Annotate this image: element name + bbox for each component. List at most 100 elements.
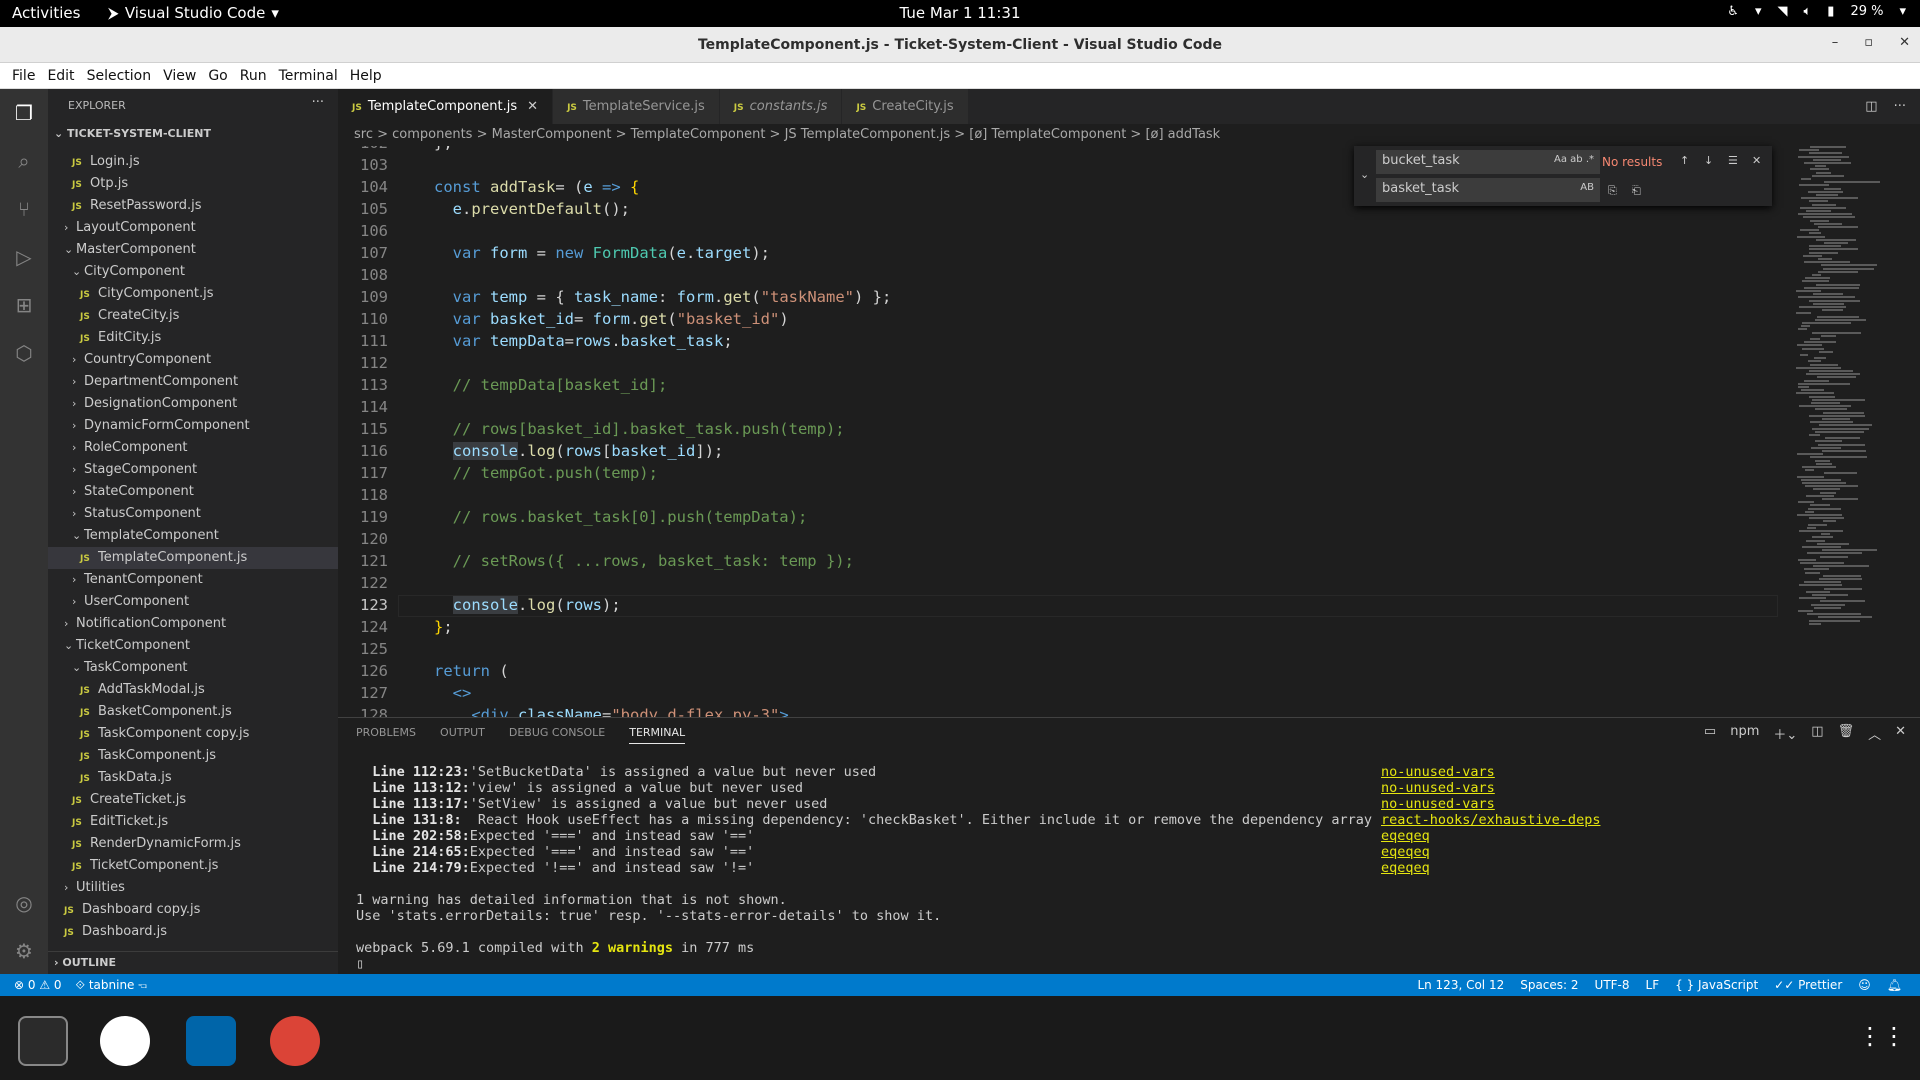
menu-selection[interactable]: Selection [81, 68, 158, 84]
close-icon[interactable]: ✕ [527, 99, 538, 114]
find-in-selection-icon[interactable]: ☰ [1728, 154, 1738, 167]
file-item[interactable]: JS ResetPassword.js [48, 195, 338, 217]
lint-rule-link[interactable]: eqeqeq [1381, 828, 1600, 844]
problems-indicator[interactable]: ⊗ 0 ⚠ 0 [14, 974, 62, 996]
accounts-icon[interactable]: ◎ [10, 889, 38, 917]
file-item[interactable]: JS TicketComponent.js [48, 855, 338, 877]
folder-item[interactable]: › Utilities [48, 877, 338, 899]
toggle-replace-icon[interactable]: ⌄ [1360, 168, 1369, 181]
lint-rule-link[interactable]: eqeqeq [1381, 860, 1600, 876]
folder-item[interactable]: › DynamicFormComponent [48, 415, 338, 437]
editor-tab[interactable]: JS CreateCity.js [842, 89, 969, 124]
chrome-icon[interactable] [270, 1016, 320, 1066]
cursor-position[interactable]: Ln 123, Col 12 [1417, 974, 1504, 996]
editor-tab[interactable]: JS constants.js [719, 89, 843, 124]
feedback-icon[interactable]: ☺ [1858, 974, 1871, 996]
folder-item[interactable]: ⌄ CityComponent [48, 261, 338, 283]
menu-edit[interactable]: Edit [41, 68, 80, 84]
folder-item[interactable]: ⌄ MasterComponent [48, 239, 338, 261]
file-item[interactable]: JS Dashboard copy.js [48, 899, 338, 921]
replace-icon[interactable]: ⎘ [1608, 184, 1617, 198]
end-of-line[interactable]: LF [1646, 974, 1660, 996]
minimap[interactable] [1792, 146, 1910, 717]
run-debug-icon[interactable]: ▷ [10, 243, 38, 271]
file-item[interactable]: JS CreateTicket.js [48, 789, 338, 811]
panel-tab-debug-console[interactable]: DEBUG CONSOLE [509, 726, 605, 744]
more-actions-icon[interactable]: ··· [312, 95, 324, 110]
menu-go[interactable]: Go [202, 68, 233, 84]
add-terminal-icon[interactable]: ＋⌄ [1773, 724, 1797, 743]
file-item[interactable]: JS TaskComponent copy.js [48, 723, 338, 745]
menu-run[interactable]: Run [234, 68, 273, 84]
encoding[interactable]: UTF-8 [1595, 974, 1630, 996]
folder-item[interactable]: ⌄ TicketComponent [48, 635, 338, 657]
file-item[interactable]: JS CreateCity.js [48, 305, 338, 327]
more-actions-icon[interactable]: ··· [1894, 89, 1906, 124]
folder-item[interactable]: › StatusComponent [48, 503, 338, 525]
file-item[interactable]: JS RenderDynamicForm.js [48, 833, 338, 855]
file-item[interactable]: JS CityComponent.js [48, 283, 338, 305]
replace-input[interactable]: basket_task AB [1376, 178, 1600, 202]
app-menu[interactable]: ⮞ Visual Studio Code ▾ [108, 4, 279, 22]
folder-item[interactable]: › RoleComponent [48, 437, 338, 459]
folder-item[interactable]: ⌄ TemplateComponent [48, 525, 338, 547]
bell-icon[interactable]: 🔔︎ [1887, 974, 1902, 996]
maximize-icon[interactable]: ▫ [1864, 35, 1873, 50]
firefox-icon[interactable] [100, 1016, 150, 1066]
system-tray[interactable]: ♿ ▾ ◥ 🔈︎ ▮ 29 % ▾ [1727, 4, 1906, 19]
gear-icon[interactable]: ⚙ [10, 937, 38, 965]
app-grid-icon[interactable]: ⋮⋮ [1858, 1022, 1906, 1058]
remote-explorer-icon[interactable]: ⬡ [10, 339, 38, 367]
file-item[interactable]: JS TaskComponent.js [48, 745, 338, 767]
indentation[interactable]: Spaces: 2 [1520, 974, 1578, 996]
lint-rule-link[interactable]: eqeqeq [1381, 844, 1600, 860]
file-item[interactable]: JS EditTicket.js [48, 811, 338, 833]
file-item[interactable]: JS Dashboard.js [48, 921, 338, 943]
file-item[interactable]: JS Otp.js [48, 173, 338, 195]
folder-item[interactable]: › NotificationComponent [48, 613, 338, 635]
panel-tab-problems[interactable]: PROBLEMS [356, 726, 416, 744]
prettier-status[interactable]: ✓✓ Prettier [1774, 974, 1842, 996]
file-item[interactable]: JS BasketComponent.js [48, 701, 338, 723]
explorer-icon[interactable]: ❐ [10, 99, 38, 127]
match-case-icon[interactable]: Aa ab .* [1554, 154, 1594, 165]
file-item[interactable]: JS EditCity.js [48, 327, 338, 349]
menu-help[interactable]: Help [344, 68, 388, 84]
folder-item[interactable]: ⌄ TaskComponent [48, 657, 338, 679]
folder-item[interactable]: › DepartmentComponent [48, 371, 338, 393]
menu-terminal[interactable]: Terminal [273, 68, 344, 84]
editor-tab[interactable]: JS TemplateService.js [553, 89, 720, 124]
workspace-root[interactable]: ⌄ TICKET-SYSTEM-CLIENT [48, 127, 338, 147]
folder-item[interactable]: › LayoutComponent [48, 217, 338, 239]
file-item[interactable]: JS Login.js [48, 151, 338, 173]
terminal-output[interactable]: Line 112:23:'SetBucketData' is assigned … [356, 764, 1372, 972]
split-editor-icon[interactable]: ◫ [1865, 89, 1877, 124]
terminal-shell[interactable]: npm [1730, 724, 1759, 743]
clock[interactable]: Tue Mar 1 11:31 [0, 4, 1920, 22]
lint-rule-link[interactable]: no-unused-vars [1381, 796, 1600, 812]
arrow-up-icon[interactable]: ↑ [1680, 154, 1689, 167]
panel-tab-output[interactable]: OUTPUT [440, 726, 485, 744]
extensions-icon[interactable]: ⊞ [10, 291, 38, 319]
folder-item[interactable]: › CountryComponent [48, 349, 338, 371]
lint-rule-link[interactable]: no-unused-vars [1381, 764, 1600, 780]
find-input[interactable]: bucket_task Aa ab .* [1376, 150, 1600, 174]
maximize-panel-icon[interactable]: ︿ [1868, 724, 1881, 743]
file-item[interactable]: JS AddTaskModal.js [48, 679, 338, 701]
folder-item[interactable]: › DesignationComponent [48, 393, 338, 415]
file-item[interactable]: JS TemplateComponent.js [48, 547, 338, 569]
search-icon[interactable]: ⌕ [10, 147, 38, 175]
close-icon[interactable]: ✕ [1752, 154, 1761, 167]
source-control-icon[interactable]: ⑂ [10, 195, 38, 223]
lint-rule-link[interactable]: no-unused-vars [1381, 780, 1600, 796]
code-editor[interactable]: 102}; 103 104 const addTask= (e => {105 e.p… [338, 146, 1920, 717]
preserve-case-icon[interactable]: AB [1580, 182, 1594, 193]
folder-item[interactable]: › StateComponent [48, 481, 338, 503]
vscode-app-icon[interactable] [186, 1016, 236, 1066]
close-icon[interactable]: ✕ [1899, 35, 1910, 50]
accessibility-icon[interactable]: ♿ [1727, 4, 1739, 19]
terminal-app-icon[interactable] [18, 1016, 68, 1066]
arrow-down-icon[interactable]: ↓ [1704, 154, 1713, 167]
menu-view[interactable]: View [157, 68, 202, 84]
tabnine-status[interactable]: ⟐ tabnine 👈︎ [76, 974, 148, 996]
